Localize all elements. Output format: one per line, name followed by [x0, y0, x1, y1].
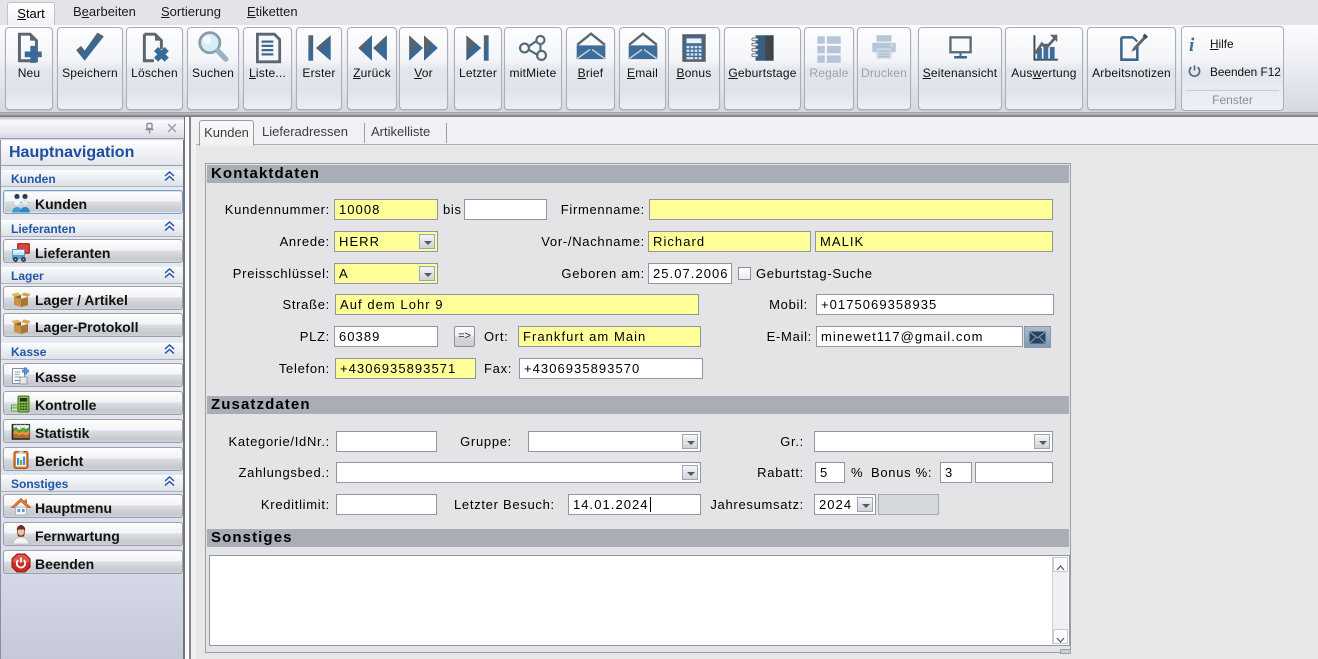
svg-text:i: i [1189, 35, 1195, 53]
